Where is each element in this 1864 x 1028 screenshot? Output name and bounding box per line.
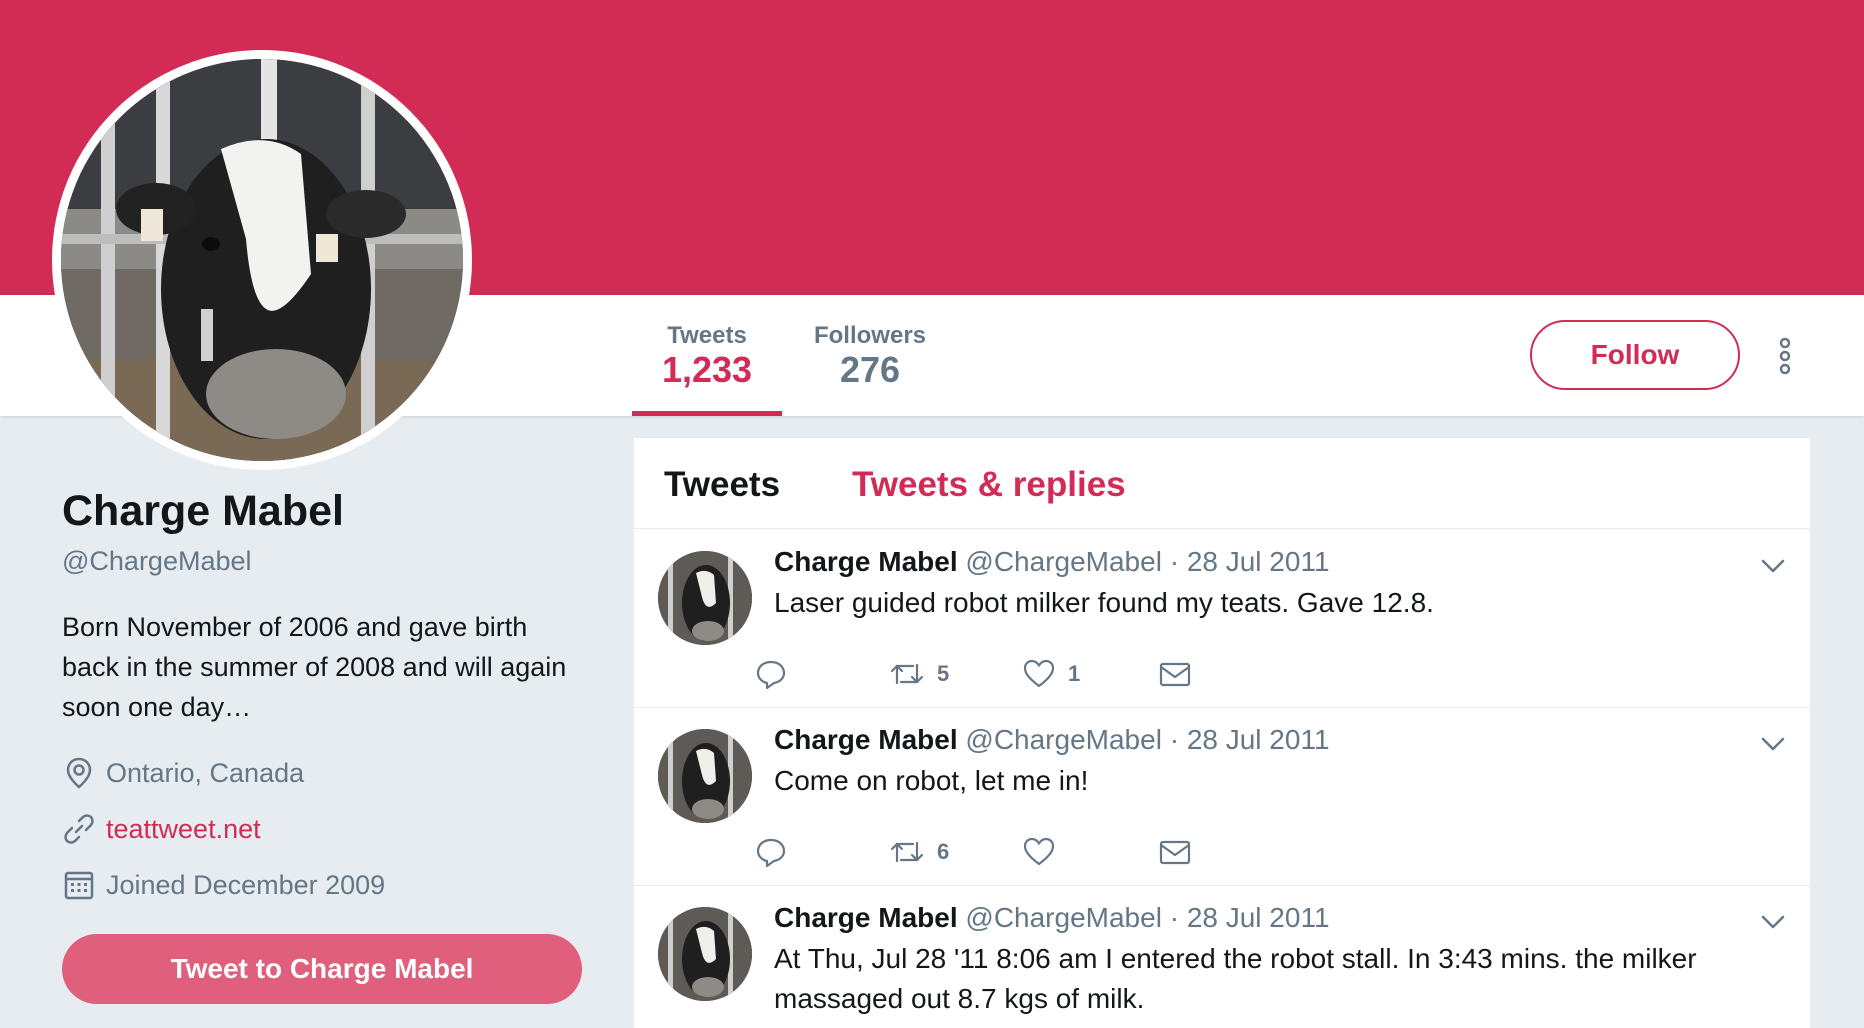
tweet-separator: · [1169, 546, 1180, 577]
profile-bio: Born November of 2006 and gave birth bac… [62, 612, 567, 722]
stat-tweets[interactable]: Tweets 1,233 [632, 295, 782, 416]
message-button[interactable] [1158, 835, 1192, 869]
like-count: 1 [1068, 661, 1081, 686]
profile-joined: Joined December 2009 [62, 865, 385, 905]
reply-button[interactable] [754, 657, 788, 691]
heart-icon [1022, 835, 1056, 869]
tweet-date[interactable]: 28 Jul 2011 [1187, 546, 1330, 577]
like-button[interactable]: 1 [1022, 657, 1080, 691]
active-tab-indicator [632, 411, 782, 416]
tab-tweets[interactable]: Tweets [664, 465, 780, 505]
tweet-author-handle[interactable]: @ChargeMabel [965, 902, 1162, 933]
retweet-button[interactable]: 5 [889, 657, 949, 691]
tweet-header: Charge Mabel @ChargeMabel · 28 Jul 2011 [774, 902, 1330, 934]
tab-tweets-and-replies[interactable]: Tweets & replies [852, 465, 1126, 505]
envelope-icon [1158, 657, 1192, 691]
tweet-header: Charge Mabel @ChargeMabel · 28 Jul 2011 [774, 724, 1330, 756]
follow-button[interactable]: Follow [1530, 320, 1740, 390]
chevron-down-icon[interactable] [1760, 913, 1786, 931]
link-icon [62, 812, 96, 846]
location-pin-icon [62, 756, 96, 790]
like-button[interactable] [1022, 835, 1068, 869]
tweet-item[interactable]: Charge Mabel @ChargeMabel · 28 Jul 2011 … [634, 707, 1810, 886]
profile-joined-text: Joined December 2009 [106, 869, 386, 900]
reply-icon [754, 657, 788, 691]
profile-location-text: Ontario, Canada [106, 757, 305, 788]
message-button[interactable] [1158, 657, 1192, 691]
stat-tweets-label: Tweets [667, 322, 747, 349]
tweet-date[interactable]: 28 Jul 2011 [1187, 724, 1330, 755]
tweet-avatar[interactable] [658, 551, 752, 645]
tweet-text: Come on robot, let me in! [774, 765, 1089, 796]
retweet-icon [889, 657, 925, 691]
tweet-author-name[interactable]: Charge Mabel [774, 902, 958, 933]
tweet-item[interactable]: Charge Mabel @ChargeMabel · 28 Jul 2011 … [634, 885, 1810, 1028]
stat-followers[interactable]: Followers 276 [800, 295, 940, 416]
tweet-author-name[interactable]: Charge Mabel [774, 724, 958, 755]
tweet-author-handle[interactable]: @ChargeMabel [965, 724, 1162, 755]
profile-photo [61, 59, 463, 461]
profile-handle[interactable]: @ChargeMabel [62, 546, 252, 577]
tweet-text: At Thu, Jul 28 '11 8:06 am I entered the… [774, 943, 1697, 1014]
retweet-button[interactable]: 6 [889, 835, 949, 869]
tweet-item[interactable]: Charge Mabel @ChargeMabel · 28 Jul 2011 … [634, 529, 1810, 708]
tweet-avatar[interactable] [658, 907, 752, 1001]
chevron-down-icon[interactable] [1760, 735, 1786, 753]
tweet-avatar[interactable] [658, 729, 752, 823]
more-vertical-icon[interactable] [1770, 335, 1800, 377]
retweet-icon [889, 835, 925, 869]
tweet-author-handle[interactable]: @ChargeMabel [965, 546, 1162, 577]
retweet-count: 5 [937, 661, 950, 686]
profile-location: Ontario, Canada [62, 753, 304, 793]
tweet-to-button[interactable]: Tweet to Charge Mabel [62, 934, 582, 1004]
timeline: Tweets Tweets & replies Charge Mabel @Ch… [634, 438, 1810, 1028]
heart-icon [1022, 657, 1056, 691]
chevron-down-icon[interactable] [1760, 557, 1786, 575]
tweet-header: Charge Mabel @ChargeMabel · 28 Jul 2011 [774, 546, 1330, 578]
tweet-date[interactable]: 28 Jul 2011 [1187, 902, 1330, 933]
tweet-separator: · [1169, 902, 1180, 933]
profile-website-link[interactable]: teattweet.net [106, 814, 261, 845]
reply-button[interactable] [754, 835, 788, 869]
retweet-count: 6 [937, 839, 950, 864]
profile-name: Charge Mabel [62, 487, 344, 535]
timeline-tabs: Tweets Tweets & replies [634, 438, 1810, 529]
stat-followers-value: 276 [839, 349, 901, 390]
tweet-text: Laser guided robot milker found my teats… [774, 587, 1434, 618]
profile-website[interactable]: teattweet.net [62, 809, 261, 849]
stat-followers-label: Followers [813, 322, 927, 349]
tweet-author-name[interactable]: Charge Mabel [774, 546, 958, 577]
stat-tweets-value: 1,233 [661, 349, 753, 390]
calendar-icon [62, 868, 96, 902]
reply-icon [754, 835, 788, 869]
profile-avatar[interactable] [52, 50, 472, 470]
tweet-separator: · [1169, 724, 1180, 755]
envelope-icon [1158, 835, 1192, 869]
